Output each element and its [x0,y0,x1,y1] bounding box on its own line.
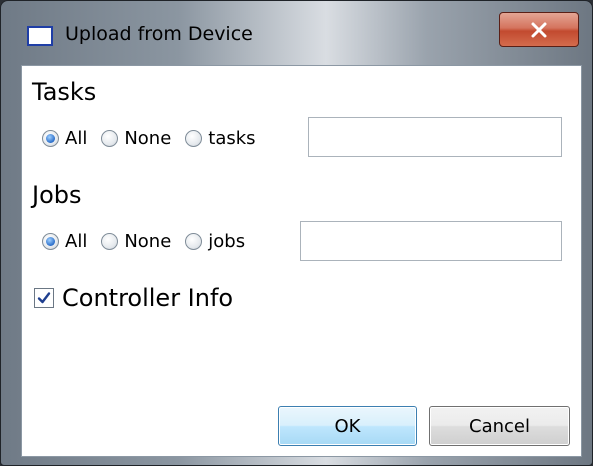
radio-icon [101,129,119,147]
radio-icon [185,129,203,147]
tasks-radio-group: All None tasks [42,126,260,150]
jobs-heading: Jobs [32,181,82,209]
checkbox-box [34,288,54,308]
controller-info-label: Controller Info [62,284,234,312]
window-icon [27,26,53,46]
tasks-radio-custom-label: tasks [208,127,256,149]
title-bar[interactable]: Upload from Device [1,1,592,61]
window-title: Upload from Device [65,23,253,45]
close-button[interactable] [499,12,579,47]
checkmark-icon [37,292,51,304]
cancel-button[interactable]: Cancel [429,406,570,446]
tasks-radio-all-label: All [65,127,88,149]
close-icon [531,22,547,37]
tasks-radio-custom[interactable]: tasks [185,127,256,149]
controller-info-checkbox[interactable]: Controller Info [34,284,233,312]
tasks-input[interactable] [308,117,562,157]
upload-dialog-window: Upload from Device Tasks All None tasks [0,0,593,466]
radio-icon [185,232,203,250]
jobs-radio-all[interactable]: All [42,231,87,252]
tasks-radio-none-label: None [124,127,172,149]
jobs-radio-none-label: None [124,230,172,252]
radio-selected-icon [42,232,59,250]
jobs-radio-none[interactable]: None [101,231,171,252]
tasks-radio-all[interactable]: All [42,128,87,149]
tasks-radio-none[interactable]: None [101,128,171,149]
tasks-heading: Tasks [32,78,97,106]
dialog-body: Tasks All None tasks Jobs All None jobs … [21,65,582,457]
jobs-radio-group: All None jobs [42,229,249,253]
radio-icon [101,232,119,250]
jobs-input[interactable] [300,221,562,261]
jobs-radio-custom[interactable]: jobs [185,231,245,252]
radio-selected-icon [42,129,59,147]
jobs-radio-custom-label: jobs [208,230,246,252]
ok-button[interactable]: OK [278,406,417,446]
jobs-radio-all-label: All [65,230,88,252]
